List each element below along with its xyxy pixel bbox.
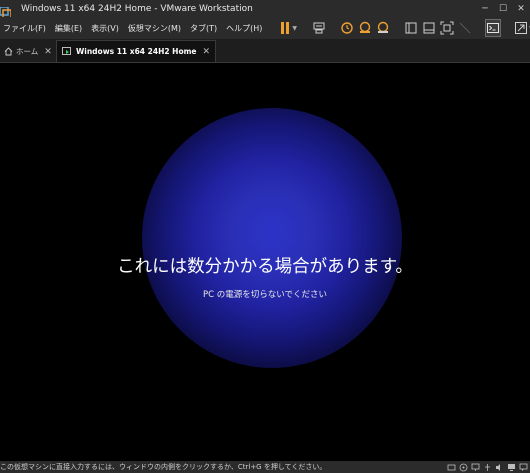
usb-icon[interactable] (482, 462, 492, 472)
status-bar: この仮想マシンに直接入力するには、ウィンドウの内側をクリックするか、Ctrl+G… (0, 461, 530, 473)
menu-view[interactable]: 表示(V) (87, 17, 124, 39)
message-icon[interactable] (518, 462, 528, 472)
menu-vm[interactable]: 仮想マシン(M) (124, 17, 186, 39)
menu-edit[interactable]: 編集(E) (51, 17, 87, 39)
tab-vm-label: Windows 11 x64 24H2 Home (76, 47, 197, 56)
snapshot-manager-icon[interactable] (376, 20, 390, 36)
vmware-app-icon[interactable] (0, 3, 12, 19)
status-hint: この仮想マシンに直接入力するには、ウィンドウの内側をクリックするか、Ctrl+G… (0, 463, 327, 471)
guest-display[interactable]: これには数分かかる場合があります。 PC の電源を切らないでください (0, 63, 530, 461)
pause-icon[interactable] (279, 20, 291, 36)
minimize-button[interactable]: ─ (476, 0, 494, 17)
menu-toolbar: ファイル(F) 編集(E) 表示(V) 仮想マシン(M) タブ(T) ヘルプ(H… (0, 17, 530, 39)
guest-submessage: PC の電源を切らないでください (202, 290, 327, 300)
tab-home[interactable]: ホーム ✕ (0, 41, 56, 62)
blue-glow-graphic (142, 108, 402, 368)
thumbnail-view-icon[interactable] (422, 20, 436, 36)
home-icon (4, 47, 13, 56)
tab-strip: ホーム ✕ Windows 11 x64 24H2 Home ✕ (0, 39, 530, 63)
cdrom-icon[interactable] (458, 462, 468, 472)
fit-guest-icon[interactable] (440, 20, 454, 36)
sound-icon[interactable] (494, 462, 504, 472)
device-icons (444, 461, 530, 473)
network-icon[interactable] (470, 462, 480, 472)
menu-file[interactable]: ファイル(F) (0, 17, 51, 39)
title-bar[interactable]: Windows 11 x64 24H2 Home - VMware Workst… (0, 0, 530, 19)
console-icon[interactable] (485, 19, 502, 37)
close-tab-vm-icon[interactable]: ✕ (203, 47, 211, 57)
vm-running-icon (62, 46, 72, 57)
library-view-icon[interactable] (404, 20, 418, 36)
close-tab-home-icon[interactable]: ✕ (44, 47, 52, 57)
revert-snapshot-icon[interactable] (358, 20, 372, 36)
snapshot-icon[interactable] (340, 20, 354, 36)
full-screen-icon[interactable] (514, 20, 528, 36)
send-keys-icon[interactable] (312, 20, 326, 36)
guest-message: これには数分かかる場合があります。 (117, 257, 413, 277)
disabled-stretch-icon (458, 20, 472, 36)
menu-help[interactable]: ヘルプ(H) (222, 17, 267, 39)
hdd-icon[interactable] (446, 462, 456, 472)
display-icon[interactable] (506, 462, 516, 472)
window-title: Windows 11 x64 24H2 Home - VMware Workst… (21, 3, 253, 14)
menu-tabs[interactable]: タブ(T) (186, 17, 222, 39)
close-button[interactable]: ✕ (512, 0, 530, 17)
window-controls: ─ ☐ ✕ (476, 0, 530, 17)
vmware-window: Windows 11 x64 24H2 Home - VMware Workst… (0, 0, 530, 473)
tab-home-label: ホーム (16, 47, 39, 56)
maximize-button[interactable]: ☐ (494, 0, 512, 17)
power-dropdown-icon[interactable]: ▼ (292, 25, 297, 32)
tab-vm[interactable]: Windows 11 x64 24H2 Home ✕ (56, 40, 217, 62)
